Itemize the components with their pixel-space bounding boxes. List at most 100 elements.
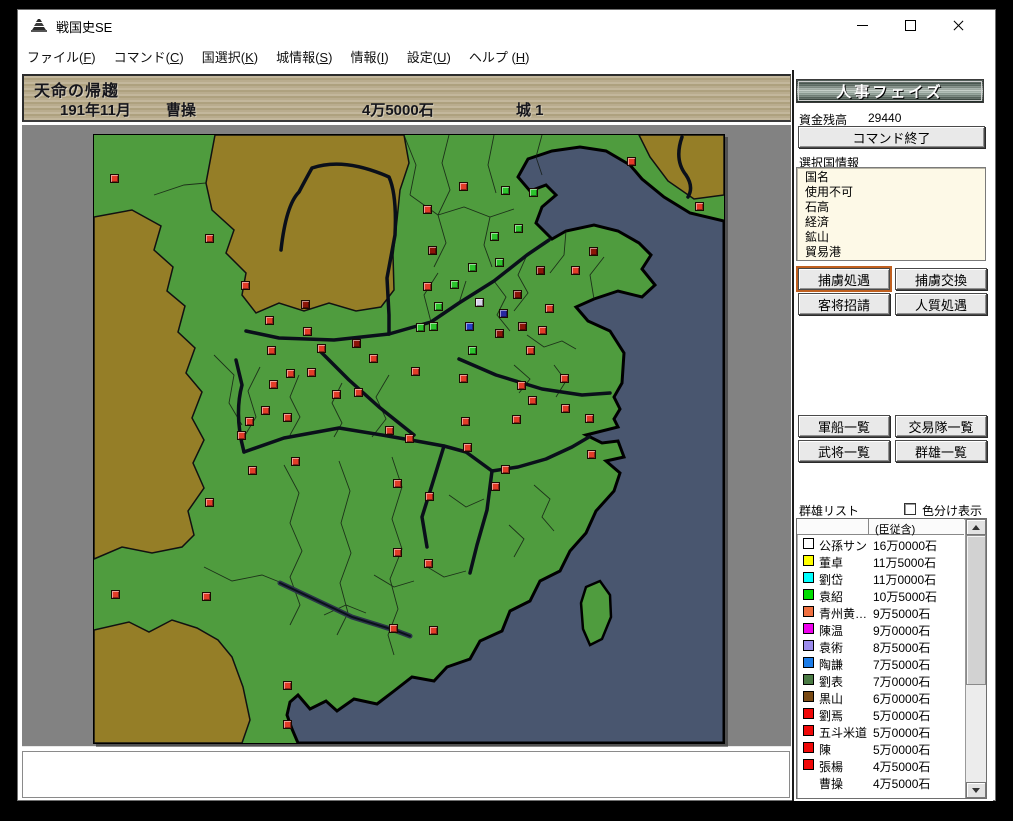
- warlord-row[interactable]: 袁紹 10万5000石: [797, 587, 964, 604]
- city-marker[interactable]: [423, 282, 432, 291]
- city-marker[interactable]: [261, 406, 270, 415]
- city-marker[interactable]: [111, 590, 120, 599]
- warlord-row[interactable]: 張楊 4万5000石: [797, 757, 964, 774]
- city-marker[interactable]: [560, 374, 569, 383]
- city-marker[interactable]: [283, 720, 292, 729]
- city-marker[interactable]: [429, 626, 438, 635]
- city-marker[interactable]: [468, 263, 477, 272]
- city-marker[interactable]: [514, 224, 523, 233]
- city-marker[interactable]: [450, 280, 459, 289]
- menu-item-i[interactable]: 情報(I): [341, 40, 397, 65]
- city-marker[interactable]: [528, 396, 537, 405]
- warlord-row[interactable]: 曹操 4万5000石: [797, 774, 964, 791]
- warlord-row[interactable]: 陶謙 7万5000石: [797, 655, 964, 672]
- city-marker[interactable]: [265, 316, 274, 325]
- warlord-row[interactable]: 公孫サン 16万0000石: [797, 536, 964, 553]
- action-button[interactable]: 捕虜交換: [895, 268, 987, 290]
- action-button[interactable]: 軍船一覧: [798, 415, 890, 437]
- city-marker[interactable]: [463, 443, 472, 452]
- city-marker[interactable]: [545, 304, 554, 313]
- city-marker[interactable]: [205, 498, 214, 507]
- city-marker[interactable]: [354, 388, 363, 397]
- scroll-down-button[interactable]: [966, 782, 986, 798]
- end-command-button[interactable]: コマンド終了: [798, 126, 985, 148]
- city-marker[interactable]: [369, 354, 378, 363]
- city-marker[interactable]: [291, 457, 300, 466]
- city-marker[interactable]: [283, 681, 292, 690]
- city-marker[interactable]: [499, 309, 508, 318]
- city-marker[interactable]: [393, 479, 402, 488]
- city-marker[interactable]: [571, 266, 580, 275]
- menu-item-u[interactable]: 設定(U): [398, 40, 460, 65]
- city-marker[interactable]: [352, 339, 361, 348]
- city-marker[interactable]: [561, 404, 570, 413]
- city-marker[interactable]: [389, 624, 398, 633]
- city-marker[interactable]: [517, 381, 526, 390]
- city-marker[interactable]: [385, 426, 394, 435]
- city-marker[interactable]: [465, 322, 474, 331]
- city-marker[interactable]: [267, 346, 276, 355]
- action-button[interactable]: 交易隊一覧: [895, 415, 987, 437]
- city-marker[interactable]: [110, 174, 119, 183]
- warlord-row[interactable]: 劉焉 5万0000石: [797, 706, 964, 723]
- menu-item-c[interactable]: コマンド(C): [105, 40, 193, 65]
- menu-item-k[interactable]: 国選択(K): [193, 40, 267, 65]
- city-marker[interactable]: [627, 157, 636, 166]
- city-marker[interactable]: [585, 414, 594, 423]
- warlord-row[interactable]: 陳 5万0000石: [797, 740, 964, 757]
- city-marker[interactable]: [307, 368, 316, 377]
- warlord-row[interactable]: 陳温 9万0000石: [797, 621, 964, 638]
- city-marker[interactable]: [332, 390, 341, 399]
- city-marker[interactable]: [589, 247, 598, 256]
- city-marker[interactable]: [526, 346, 535, 355]
- city-marker[interactable]: [491, 482, 500, 491]
- city-marker[interactable]: [490, 232, 499, 241]
- color-display-checkbox[interactable]: [904, 503, 916, 515]
- city-marker[interactable]: [411, 367, 420, 376]
- city-marker[interactable]: [529, 188, 538, 197]
- city-marker[interactable]: [423, 205, 432, 214]
- city-marker[interactable]: [475, 298, 484, 307]
- city-marker[interactable]: [495, 329, 504, 338]
- menu-item-f[interactable]: ファイル(F): [18, 40, 105, 65]
- city-marker[interactable]: [587, 450, 596, 459]
- menu-item-s[interactable]: 城情報(S): [267, 40, 341, 65]
- close-button[interactable]: [936, 10, 981, 40]
- city-marker[interactable]: [405, 434, 414, 443]
- city-marker[interactable]: [538, 326, 547, 335]
- city-marker[interactable]: [459, 182, 468, 191]
- city-marker[interactable]: [695, 202, 704, 211]
- city-marker[interactable]: [202, 592, 211, 601]
- city-marker[interactable]: [237, 431, 246, 440]
- city-marker[interactable]: [248, 466, 257, 475]
- city-marker[interactable]: [269, 380, 278, 389]
- city-marker[interactable]: [429, 322, 438, 331]
- city-marker[interactable]: [283, 413, 292, 422]
- scroll-up-button[interactable]: [966, 519, 986, 535]
- warlord-scrollbar[interactable]: [965, 519, 986, 798]
- city-marker[interactable]: [303, 327, 312, 336]
- maximize-button[interactable]: [888, 10, 933, 40]
- action-button[interactable]: 武将一覧: [798, 440, 890, 462]
- warlord-row[interactable]: 青州黄… 9万5000石: [797, 604, 964, 621]
- action-button[interactable]: 捕虜処遇: [796, 266, 892, 292]
- scrollbar-thumb[interactable]: [966, 535, 986, 685]
- city-marker[interactable]: [501, 465, 510, 474]
- warlord-row[interactable]: 董卓 11万5000石: [797, 553, 964, 570]
- minimize-button[interactable]: [840, 10, 885, 40]
- warlord-row[interactable]: 五斗米道 5万0000石: [797, 723, 964, 740]
- city-marker[interactable]: [459, 374, 468, 383]
- city-marker[interactable]: [241, 281, 250, 290]
- city-marker[interactable]: [245, 417, 254, 426]
- city-marker[interactable]: [495, 258, 504, 267]
- city-marker[interactable]: [512, 415, 521, 424]
- city-marker[interactable]: [513, 290, 522, 299]
- city-marker[interactable]: [301, 300, 310, 309]
- city-marker[interactable]: [393, 548, 402, 557]
- city-marker[interactable]: [317, 344, 326, 353]
- city-marker[interactable]: [428, 246, 437, 255]
- city-marker[interactable]: [501, 186, 510, 195]
- city-marker[interactable]: [416, 323, 425, 332]
- city-marker[interactable]: [424, 559, 433, 568]
- action-button[interactable]: 人質処遇: [895, 293, 987, 315]
